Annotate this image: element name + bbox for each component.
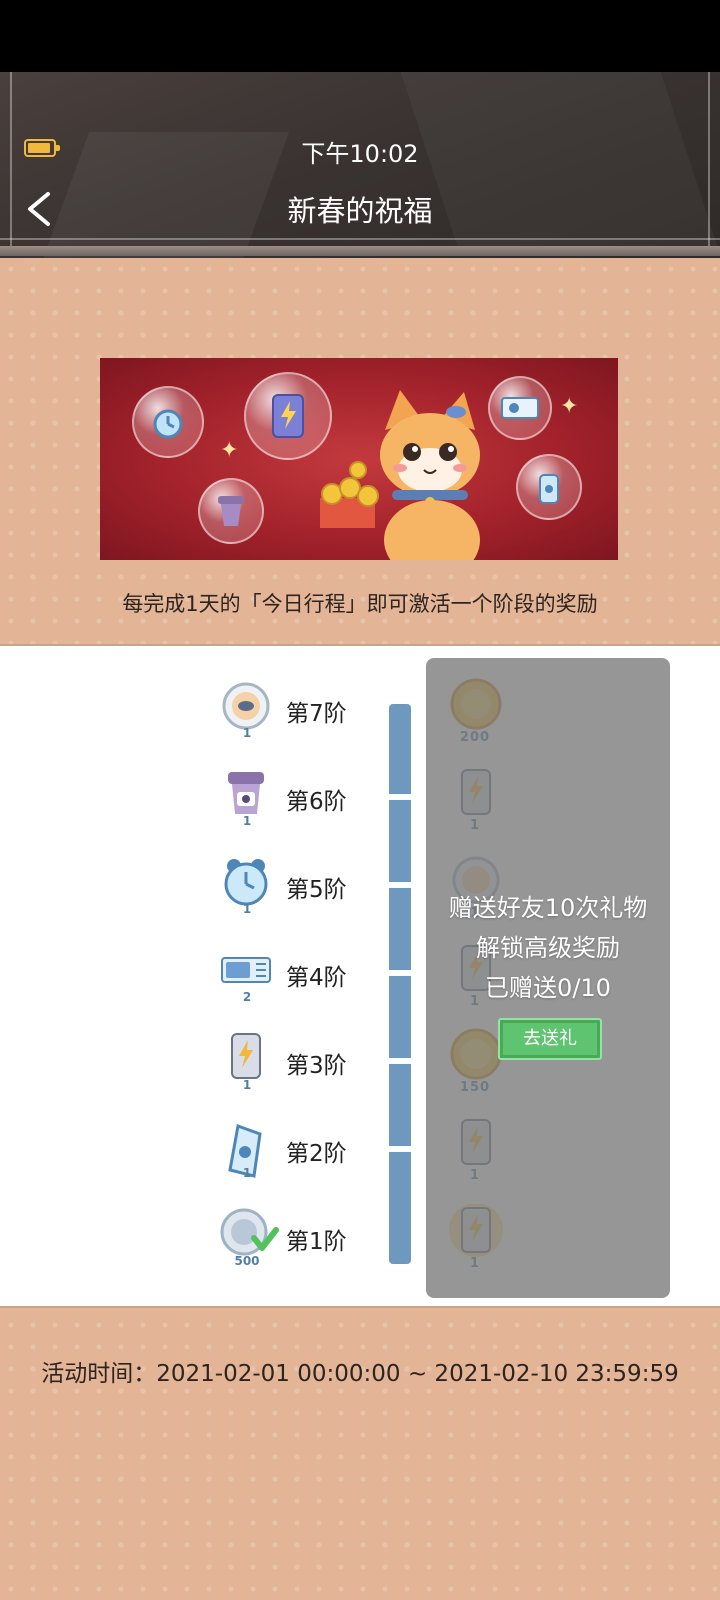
- event-description: 每完成1天的「今日行程」即可激活一个阶段的奖励: [122, 592, 598, 616]
- header: 下午10:02 新春的祝福: [0, 72, 720, 258]
- track-divider: [385, 794, 415, 800]
- status-bar-top: [0, 0, 720, 72]
- track-divider: [385, 1146, 415, 1152]
- unlock-reward-text: 解锁高级奖励: [476, 934, 620, 962]
- stage-label: 第1阶: [286, 1229, 347, 1255]
- bubble-alarm-clock: [132, 386, 204, 458]
- stage-row-2: 1 第2阶: [0, 1120, 360, 1200]
- tag-icon: [518, 456, 580, 518]
- track-divider: [385, 970, 415, 976]
- stage-row-4: 2 第4阶: [0, 944, 360, 1024]
- cup-icon: [200, 480, 262, 542]
- unlock-condition-text: 赠送好友10次礼物: [448, 894, 648, 922]
- bubble-cup: [198, 478, 264, 544]
- stage-count: 1: [242, 814, 252, 828]
- stage-label: 第2阶: [286, 1141, 347, 1167]
- send-gift-button[interactable]: 去送礼: [498, 1018, 602, 1060]
- progress-track: [389, 704, 411, 1264]
- stage-label: 第3阶: [286, 1053, 347, 1079]
- track-divider: [385, 882, 415, 888]
- stage-row-6: 1 第6阶: [0, 768, 360, 848]
- gift-progress-text: 已赠送0/10: [485, 974, 611, 1002]
- stage-count: 2: [242, 990, 252, 1004]
- stage-label: 第5阶: [286, 877, 347, 903]
- stage-row-5: 1 第5阶: [0, 856, 360, 936]
- stage-count: 1: [242, 1078, 252, 1092]
- sparkle-icon: ✦: [220, 438, 239, 463]
- power-bank-icon: [246, 374, 330, 458]
- stage-label: 第7阶: [286, 701, 347, 727]
- header-divider: [0, 238, 720, 240]
- page-title: 新春的祝福: [287, 194, 433, 228]
- bubble-tag: [516, 454, 582, 520]
- alarm-clock-icon: [134, 388, 202, 456]
- stage-row-1: 500 第1阶: [0, 1208, 360, 1288]
- stage-row-7: 1 第7阶: [0, 680, 360, 760]
- track-divider: [385, 1058, 415, 1064]
- stage-count: 1: [242, 902, 252, 916]
- stage-row-3: 1 第3阶: [0, 1032, 360, 1112]
- cat-illustration: [360, 390, 500, 560]
- stage-label: 第6阶: [286, 789, 347, 815]
- activity-time: 活动时间：2021-02-01 00:00:00 ~ 2021-02-10 23…: [41, 1361, 679, 1387]
- stage-label: 第4阶: [286, 965, 347, 991]
- status-time: 下午10:02: [301, 140, 419, 168]
- stage-count: 1: [242, 726, 252, 740]
- stage-count: 1: [242, 1166, 252, 1180]
- stage-count: 500: [234, 1254, 260, 1268]
- header-bottom-border: [0, 246, 720, 256]
- bubble-power-bank: [244, 372, 332, 460]
- event-banner: ✦ ✦: [100, 358, 618, 560]
- sparkle-icon: ✦: [560, 394, 579, 419]
